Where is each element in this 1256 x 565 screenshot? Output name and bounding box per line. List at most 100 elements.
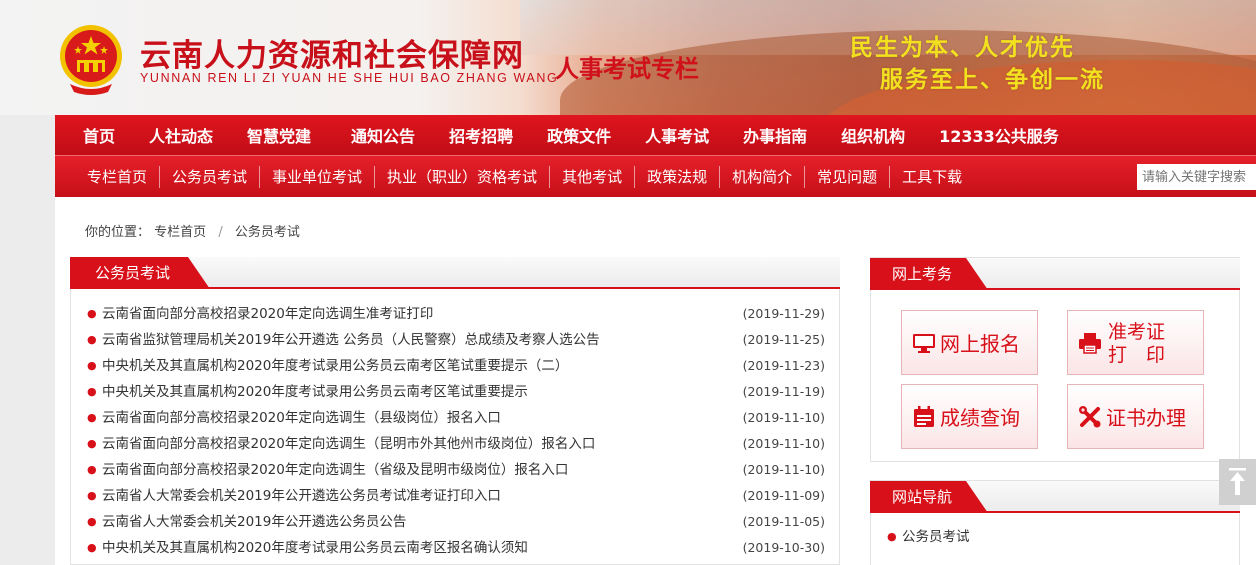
news-panel: 公务员考试 ● 云南省面向部分高校招录2020年定向选调生准考证打印 (2019-1… [70, 257, 840, 565]
breadcrumb-item-column-home[interactable]: 专栏首页 [154, 225, 206, 240]
admission-ticket-label: 准考证 打 印 [1108, 321, 1165, 367]
news-date: (2019-11-25) [742, 332, 825, 347]
news-date: (2019-11-10) [742, 410, 825, 425]
online-register-button[interactable]: 网上报名 [901, 310, 1038, 375]
list-item: ● 云南省面向部分高校招录2020年定向选调生（省级及昆明市级岗位）报名入口 (20… [71, 457, 839, 483]
news-title[interactable]: 中央机关及其直属机构2020年度考试录用公务员云南考区笔试重要提示（二） [102, 353, 568, 379]
slogan-line-2: 服务至上、争创一流 [880, 66, 1105, 93]
breadcrumb-separator: / [218, 225, 223, 240]
news-panel-title[interactable]: 公务员考试 [70, 257, 210, 289]
main-nav-guide[interactable]: 办事指南 [743, 123, 807, 147]
sub-nav-regulations[interactable]: 政策法规 [635, 166, 719, 187]
site-subtitle: YUNNAN REN LI ZI YUAN HE SHE HUI BAO ZHA… [140, 71, 559, 85]
bullet-icon: ● [887, 530, 897, 543]
bullet-icon: ● [87, 463, 97, 476]
sub-nav-civil-servant[interactable]: 公务员考试 [160, 166, 259, 187]
news-title[interactable]: 中央机关及其直属机构2020年度考试录用公务员云南考区报名确认须知 [102, 535, 528, 561]
sub-nav-qualification[interactable]: 执业（职业）资格考试 [375, 166, 549, 187]
score-query-label: 成绩查询 [940, 405, 1020, 430]
sub-nav-about[interactable]: 机构简介 [720, 166, 804, 187]
breadcrumb-prefix: 你的位置： [85, 225, 151, 240]
list-item: ● 云南省监狱管理局机关2019年公开遴选 公务员（人民警察）总成绩及考察人选公告… [71, 327, 839, 353]
sub-nav-downloads[interactable]: 工具下载 [890, 166, 974, 187]
breadcrumb: 你的位置： 专栏首页 / 公务员考试 [85, 221, 300, 240]
list-item: ● 中央机关及其直属机构2020年度考试录用公务员云南考区报名确认须知 (2019-… [71, 535, 839, 561]
news-list: ● 云南省面向部分高校招录2020年定向选调生准考证打印 (2019-11-29) … [71, 301, 839, 561]
site-nav-panel: 网站导航 ● 公务员考试 [870, 480, 1240, 565]
national-emblem-icon[interactable] [58, 22, 124, 96]
breadcrumb-item-current[interactable]: 公务员考试 [235, 225, 300, 240]
bullet-icon: ● [87, 541, 97, 554]
news-title[interactable]: 云南省人大常委会机关2019年公开遴选公务员考试准考证打印入口 [102, 483, 501, 509]
news-title[interactable]: 云南省面向部分高校招录2020年定向选调生（省级及昆明市级岗位）报名入口 [102, 457, 568, 483]
main-nav-news[interactable]: 人社动态 [149, 123, 213, 147]
header-banner: 云南人力资源和社会保障网 YUNNAN REN LI ZI YUAN HE SH… [0, 0, 1256, 115]
admission-ticket-print-button[interactable]: 准考证 打 印 [1067, 310, 1204, 375]
sub-nav: 专栏首页 公务员考试 事业单位考试 执业（职业）资格考试 其他考试 政策法规 机… [55, 155, 1256, 197]
news-title[interactable]: 云南省面向部分高校招录2020年定向选调生（昆明市外其他州市级岗位）报名入口 [102, 431, 595, 457]
list-item: ● 云南省面向部分高校招录2020年定向选调生（昆明市外其他州市级岗位）报名入口 (… [71, 431, 839, 457]
list-item: ● 云南省人大常委会机关2019年公开遴选公务员公告 (2019-11-05) [71, 509, 839, 535]
main-nav-organization[interactable]: 组织机构 [841, 123, 905, 147]
sub-nav-faq[interactable]: 常见问题 [805, 166, 889, 187]
news-title[interactable]: 云南省面向部分高校招录2020年定向选调生（县级岗位）报名入口 [102, 405, 501, 431]
bullet-icon: ● [87, 307, 97, 320]
news-date: (2019-10-30) [742, 540, 825, 555]
content-area: 你的位置： 专栏首页 / 公务员考试 公务员考试 ● 云南省面向部分高校招录202… [55, 197, 1256, 565]
online-exam-panel: 网上考务 网上报名 准考证 打 印 成绩查询 证书办理 [870, 257, 1240, 462]
bullet-icon: ● [87, 385, 97, 398]
admission-ticket-line-1: 准考证 [1108, 321, 1166, 343]
list-item: ● 中央机关及其直属机构2020年度考试录用公务员云南考区笔试重要提示（二） (20… [71, 353, 839, 379]
main-nav-party[interactable]: 智慧党建 [247, 123, 311, 147]
main-nav-12333[interactable]: 12333公共服务 [939, 123, 1059, 147]
news-title[interactable]: 中央机关及其直属机构2020年度考试录用公务员云南考区笔试重要提示 [102, 379, 528, 405]
main-nav: 首页 人社动态 智慧党建 通知公告 招考招聘 政策文件 人事考试 办事指南 组织… [55, 115, 1256, 155]
bullet-icon: ● [87, 489, 97, 502]
bullet-icon: ● [87, 359, 97, 372]
admission-ticket-line-2: 打 印 [1108, 344, 1166, 366]
main-nav-recruitment[interactable]: 招考招聘 [449, 123, 513, 147]
news-title[interactable]: 云南省人大常委会机关2019年公开遴选公务员公告 [102, 509, 406, 535]
sub-nav-public-institution[interactable]: 事业单位考试 [260, 166, 374, 187]
bullet-icon: ● [87, 515, 97, 528]
site-title[interactable]: 云南人力资源和社会保障网 [140, 30, 524, 75]
back-to-top-button[interactable] [1219, 459, 1256, 505]
slogan-line-1: 民生为本、人才优先 [850, 34, 1075, 61]
monitor-icon [913, 334, 935, 353]
news-date: (2019-11-19) [742, 384, 825, 399]
sub-nav-column-home[interactable]: 专栏首页 [75, 166, 159, 187]
site-nav-header: 网站导航 [870, 481, 1240, 513]
calendar-icon [914, 406, 934, 427]
site-nav-link[interactable]: 公务员考试 [902, 524, 970, 550]
bullet-icon: ● [87, 411, 97, 424]
sub-nav-other-exams[interactable]: 其他考试 [550, 166, 634, 187]
list-item: ● 云南省人大常委会机关2019年公开遴选公务员考试准考证打印入口 (2019-11… [71, 483, 839, 509]
back-to-top-icon [1229, 468, 1246, 495]
news-panel-header: 公务员考试 [70, 257, 840, 289]
bullet-icon: ● [87, 333, 97, 346]
online-exam-title: 网上考务 [870, 258, 988, 290]
main-nav-notices[interactable]: 通知公告 [351, 123, 415, 147]
bullet-icon: ● [87, 437, 97, 450]
tools-icon [1079, 406, 1101, 428]
main-nav-exams[interactable]: 人事考试 [645, 123, 709, 147]
news-title[interactable]: 云南省监狱管理局机关2019年公开遴选 公务员（人民警察）总成绩及考察人选公告 [102, 327, 600, 353]
news-date: (2019-11-10) [742, 436, 825, 451]
main-nav-policy[interactable]: 政策文件 [547, 123, 611, 147]
news-date: (2019-11-09) [742, 488, 825, 503]
online-exam-header: 网上考务 [870, 258, 1240, 290]
main-nav-home[interactable]: 首页 [83, 123, 115, 147]
news-date: (2019-11-10) [742, 462, 825, 477]
news-date: (2019-11-23) [742, 358, 825, 373]
online-register-label: 网上报名 [940, 331, 1020, 356]
certificate-service-label: 证书办理 [1106, 405, 1186, 430]
news-date: (2019-11-29) [742, 306, 825, 321]
score-query-button[interactable]: 成绩查询 [901, 384, 1038, 449]
news-date: (2019-11-05) [742, 514, 825, 529]
printer-icon [1079, 333, 1101, 354]
certificate-service-button[interactable]: 证书办理 [1067, 384, 1204, 449]
news-title[interactable]: 云南省面向部分高校招录2020年定向选调生准考证打印 [102, 301, 433, 327]
list-item: ● 云南省面向部分高校招录2020年定向选调生准考证打印 (2019-11-29) [71, 301, 839, 327]
search-input[interactable] [1137, 164, 1256, 190]
column-title: 人事考试专栏 [555, 54, 699, 83]
